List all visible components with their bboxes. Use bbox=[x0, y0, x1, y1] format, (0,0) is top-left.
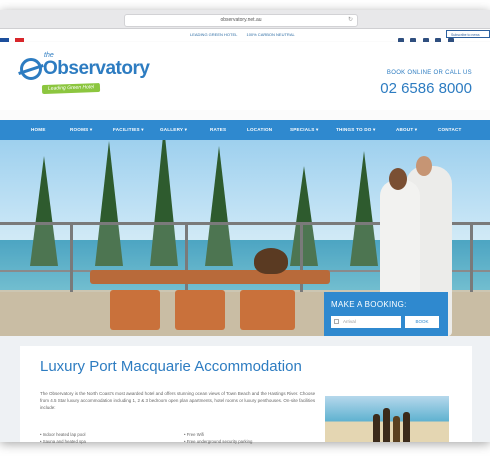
wine-bottle bbox=[393, 416, 400, 442]
site-header: the Observatory Leading Green Hotel BOOK… bbox=[0, 42, 490, 110]
feature-item: Indoor heated lap pool bbox=[40, 432, 86, 437]
arrival-placeholder: Arrival bbox=[343, 319, 356, 324]
nav-item-rates[interactable]: RATES bbox=[210, 120, 226, 140]
promo-image[interactable] bbox=[325, 396, 449, 442]
nav-item-home[interactable]: HOME bbox=[31, 120, 46, 140]
guest-woman-head bbox=[389, 168, 407, 190]
decorative-vase bbox=[254, 248, 288, 274]
badge-green-hotel: LEADING GREEN HOTEL bbox=[190, 32, 238, 37]
nav-item-about[interactable]: ABOUT ▾ bbox=[396, 120, 417, 140]
address-text: observatory.net.au bbox=[220, 17, 262, 23]
feature-item: Free underground security parking bbox=[184, 439, 253, 444]
site-logo[interactable]: the Observatory Leading Green Hotel bbox=[20, 52, 150, 97]
outdoor-chair bbox=[175, 290, 225, 330]
nav-item-location[interactable]: LOCATION bbox=[247, 120, 272, 140]
browser-window: observatory.net.au ↻ LEADING GREEN HOTEL… bbox=[0, 10, 490, 444]
wine-bottle bbox=[403, 412, 410, 442]
logo-tagline: Leading Green Hotel bbox=[41, 82, 101, 95]
address-bar[interactable]: observatory.net.au ↻ bbox=[124, 14, 358, 27]
logo-ring-icon bbox=[20, 58, 42, 80]
nav-item-gallery[interactable]: GALLERY ▾ bbox=[160, 120, 187, 140]
main-nav: HOME ROOMS ▾ FACILITIES ▾ GALLERY ▾ RATE… bbox=[0, 120, 490, 140]
rail-post bbox=[470, 222, 473, 292]
eco-badges: LEADING GREEN HOTEL 100% CARBON NEUTRAL bbox=[190, 32, 303, 37]
badge-carbon-neutral: 100% CARBON NEUTRAL bbox=[246, 32, 295, 37]
wine-bottle bbox=[383, 408, 390, 442]
reload-icon[interactable]: ↻ bbox=[348, 15, 353, 26]
nav-item-rooms[interactable]: ROOMS ▾ bbox=[70, 120, 92, 140]
arrival-input[interactable]: Arrival bbox=[331, 316, 401, 328]
nav-item-facilities[interactable]: FACILITIES ▾ bbox=[113, 120, 144, 140]
rail-post bbox=[70, 222, 73, 292]
feature-item: Free Wifi bbox=[184, 432, 204, 437]
outdoor-chair bbox=[110, 290, 160, 330]
book-call-label: BOOK ONLINE OR CALL US bbox=[386, 70, 472, 76]
outdoor-table bbox=[90, 270, 330, 284]
wine-bottle bbox=[373, 414, 380, 442]
subscribe-input[interactable]: Subscribe to news bbox=[446, 30, 490, 38]
guest-man-head bbox=[416, 156, 432, 176]
intro-paragraph: The Observatory is the North Coast's mos… bbox=[40, 391, 316, 410]
phone-number[interactable]: 02 6586 8000 bbox=[380, 80, 472, 97]
nav-item-contact[interactable]: CONTACT bbox=[438, 120, 462, 140]
booking-title: MAKE A BOOKING: bbox=[331, 300, 407, 309]
content-section: Luxury Port Macquarie Accommodation The … bbox=[0, 336, 490, 444]
utility-bar: LEADING GREEN HOTEL 100% CARBON NEUTRAL … bbox=[0, 29, 490, 44]
book-button[interactable]: BOOK bbox=[405, 316, 439, 328]
page-frame: observatory.net.au ↻ LEADING GREEN HOTEL… bbox=[0, 0, 490, 468]
calendar-icon bbox=[334, 319, 339, 324]
nav-item-things-to-do[interactable]: THINGS TO DO ▾ bbox=[336, 120, 375, 140]
browser-toolbar: observatory.net.au ↻ bbox=[0, 10, 490, 29]
page-heading: Luxury Port Macquarie Accommodation bbox=[40, 358, 302, 375]
feature-item: Sauna and heated spa bbox=[40, 439, 86, 444]
content-card: Luxury Port Macquarie Accommodation The … bbox=[20, 346, 472, 444]
outdoor-chair bbox=[240, 290, 295, 330]
nav-item-specials[interactable]: SPECIALS ▾ bbox=[290, 120, 319, 140]
logo-name: Observatory bbox=[43, 58, 150, 79]
